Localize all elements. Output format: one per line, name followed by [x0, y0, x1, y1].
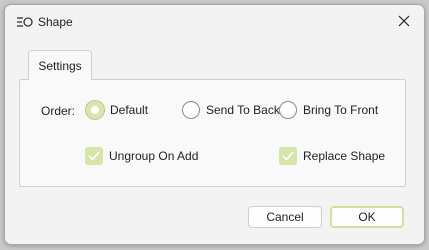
replace-shape-checkbox[interactable]: Replace Shape	[279, 146, 385, 166]
checkmark-icon	[88, 151, 100, 161]
radio-default[interactable]: Default	[86, 100, 148, 120]
checkbox-label: Ungroup On Add	[109, 149, 199, 163]
radio-button[interactable]	[182, 101, 200, 119]
radio-label: Bring To Front	[303, 103, 379, 117]
checkbox-checked[interactable]	[279, 147, 297, 165]
radio-button-checked[interactable]	[86, 101, 104, 119]
shape-icon	[17, 16, 33, 28]
ungroup-on-add-checkbox[interactable]: Ungroup On Add	[85, 146, 198, 166]
order-label: Order:	[41, 104, 76, 118]
radio-label: Send To Back	[206, 103, 280, 117]
cancel-button[interactable]: Cancel	[248, 206, 322, 228]
settings-panel: Order: Default Send To Back Bring To Fro…	[19, 79, 406, 187]
radio-label: Default	[110, 103, 149, 117]
checkmark-icon	[282, 151, 294, 161]
radio-bring-to-front[interactable]: Bring To Front	[279, 100, 378, 120]
close-icon	[398, 15, 410, 30]
checkbox-checked[interactable]	[85, 147, 103, 165]
ok-button[interactable]: OK	[330, 206, 404, 228]
tab-settings[interactable]: Settings	[28, 50, 92, 80]
dialog-title: Shape	[38, 15, 73, 29]
radio-button[interactable]	[279, 101, 297, 119]
checkbox-label: Replace Shape	[303, 149, 386, 163]
title-bar: Shape	[5, 5, 424, 39]
close-button[interactable]	[392, 11, 416, 33]
shape-dialog: Shape Settings Order: Default Send To Ba…	[4, 4, 425, 245]
radio-send-to-back[interactable]: Send To Back	[182, 100, 280, 120]
